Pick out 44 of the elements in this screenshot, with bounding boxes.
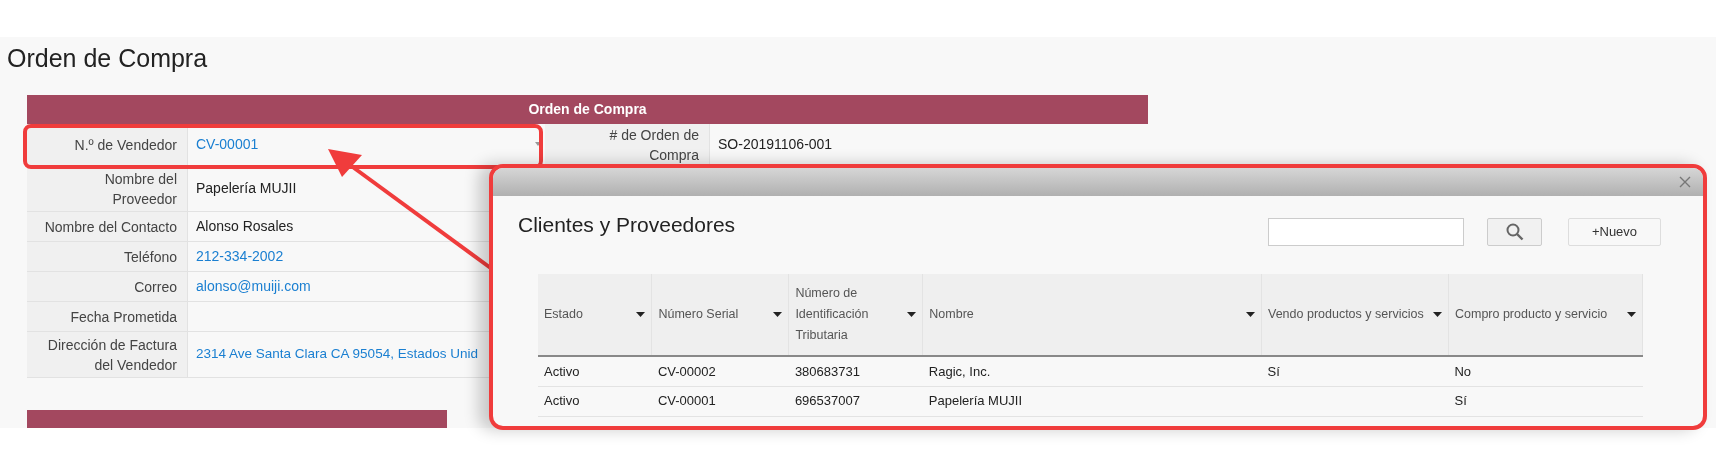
field-link[interactable]: 2314 Ave Santa Clara CA 95054, Estados Unid bbox=[196, 344, 478, 365]
field-link[interactable]: 212-334-2002 bbox=[196, 246, 284, 267]
column-header[interactable]: Número Serial bbox=[658, 304, 739, 325]
field-label: # de Orden de Compra bbox=[608, 125, 699, 165]
column-header[interactable]: Nombre bbox=[929, 304, 974, 325]
search-icon bbox=[1505, 223, 1524, 241]
table-cell: Activo bbox=[544, 393, 580, 409]
table-cell: Sí bbox=[1267, 363, 1280, 379]
field-label: Teléfono bbox=[124, 247, 177, 267]
field-label: Dirección de Factura del Vendedor bbox=[46, 335, 177, 375]
sort-caret-icon[interactable] bbox=[636, 312, 646, 317]
field-link[interactable]: alonso@muiji.com bbox=[196, 276, 311, 297]
dropdown-caret-icon[interactable] bbox=[535, 142, 541, 146]
table-cell: Papelería MUJII bbox=[928, 393, 1023, 409]
field-label: Nombre del Proveedor bbox=[103, 169, 177, 209]
table-cell: CV-00001 bbox=[657, 393, 716, 409]
sort-caret-icon[interactable] bbox=[1627, 312, 1636, 317]
table-cell: 696537007 bbox=[794, 393, 860, 409]
new-button[interactable]: +Nuevo bbox=[1568, 218, 1661, 246]
section-header: Orden de Compra bbox=[27, 95, 1148, 124]
field-value: Alonso Rosales bbox=[196, 217, 294, 236]
sort-caret-icon[interactable] bbox=[1246, 312, 1255, 317]
close-icon[interactable] bbox=[1679, 176, 1691, 188]
table-cell: CV-00002 bbox=[657, 363, 716, 379]
table-cell: Ragic, Inc. bbox=[928, 363, 991, 379]
search-field[interactable] bbox=[1268, 218, 1464, 246]
dialog-title: Clientes y Proveedores bbox=[518, 212, 736, 238]
field-label: Nombre del Contacto bbox=[44, 217, 177, 237]
field-label: Fecha Prometida bbox=[70, 307, 177, 327]
sort-caret-icon[interactable] bbox=[773, 312, 783, 317]
field-label: N.º de Vendedor bbox=[74, 135, 177, 155]
column-header[interactable]: Estado bbox=[544, 304, 583, 325]
page-title: Orden de Compra bbox=[6, 43, 209, 73]
table-cell: Sí bbox=[1454, 393, 1467, 409]
field-value: SO-20191106-001 bbox=[718, 135, 833, 154]
table-cell: 380683731 bbox=[794, 363, 860, 379]
table-cell: Activo bbox=[544, 363, 580, 379]
field-link[interactable]: CV-00001 bbox=[196, 134, 259, 155]
field-value: Papelería MUJII bbox=[196, 179, 297, 198]
sort-caret-icon[interactable] bbox=[1433, 312, 1442, 317]
search-button[interactable] bbox=[1487, 218, 1542, 246]
field-label: Correo bbox=[134, 277, 177, 297]
table-cell: No bbox=[1454, 363, 1472, 379]
sort-caret-icon[interactable] bbox=[907, 312, 917, 317]
